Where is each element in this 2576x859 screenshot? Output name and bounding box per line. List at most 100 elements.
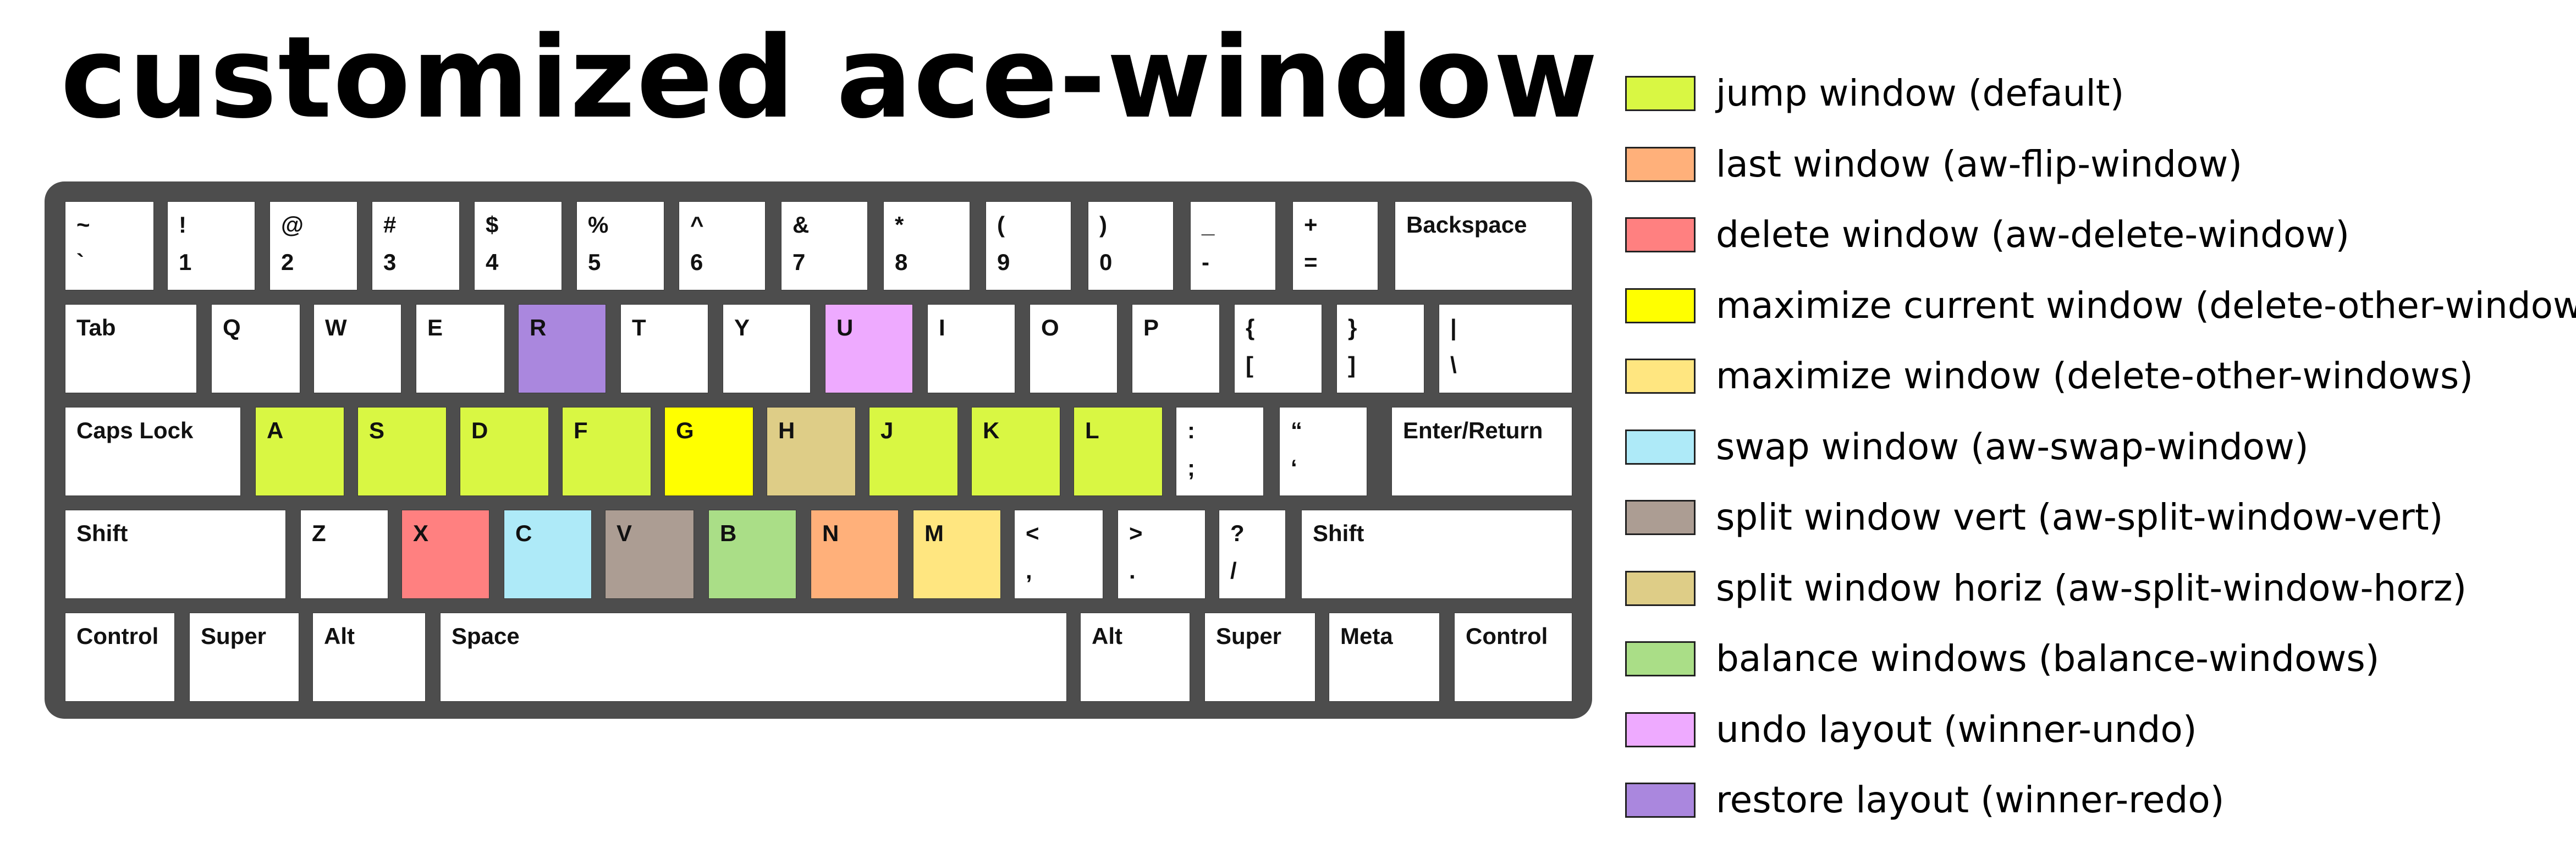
key-less-than: <, — [1014, 510, 1103, 599]
key-label: N — [822, 520, 839, 546]
legend-item: restore layout (winner-redo) — [1625, 778, 2571, 822]
key-caps-lock: Caps Lock — [65, 407, 241, 496]
key-label: Alt — [1092, 623, 1122, 649]
key-y: Y — [723, 304, 811, 393]
key-label: D — [471, 417, 488, 443]
legend-item: delete window (aw-delete-window) — [1625, 213, 2571, 257]
key-shift: Shift — [65, 510, 286, 599]
key-label: & — [792, 212, 810, 238]
key-label: Alt — [324, 623, 355, 649]
key-z: Z — [300, 510, 388, 599]
key-label: Control — [1466, 623, 1548, 649]
legend-swatch — [1625, 146, 1696, 182]
key-label: # — [383, 212, 397, 238]
legend-item: last window (aw-flip-window) — [1625, 142, 2571, 186]
key-label: > — [1129, 520, 1143, 546]
key-backspace: Backspace — [1395, 201, 1572, 290]
key-label: M — [924, 520, 944, 546]
legend-label: last window (aw-flip-window) — [1716, 142, 2243, 185]
key-sublabel: 3 — [383, 249, 397, 275]
key-label: K — [983, 417, 1000, 443]
key-sublabel: 5 — [588, 249, 601, 275]
legend-item: balance windows (balance-windows) — [1625, 637, 2571, 681]
key-label: ! — [179, 212, 186, 238]
key-f: F — [562, 407, 651, 496]
key-label: Enter/Return — [1403, 417, 1543, 443]
key-label: L — [1085, 417, 1099, 443]
legend-swatch — [1625, 429, 1696, 465]
legend-label: maximize current window (delete-other-wi… — [1716, 284, 2576, 327]
key-label: “ — [1291, 417, 1302, 443]
legend-label: split window horiz (aw-split-window-horz… — [1716, 566, 2467, 609]
key-sublabel: ‘ — [1291, 455, 1297, 481]
key-alt-right: Alt — [1080, 613, 1190, 702]
key-label: $ — [486, 212, 499, 238]
key-label: } — [1348, 315, 1357, 340]
legend-swatch — [1625, 712, 1696, 747]
key-label: U — [836, 315, 854, 340]
key-j: J — [869, 407, 958, 496]
key-sublabel: . — [1129, 558, 1136, 583]
key-sublabel: 9 — [997, 249, 1010, 275]
key-label: Y — [734, 315, 750, 340]
key-exclamation: ! 1 — [167, 201, 255, 290]
legend-label: jump window (default) — [1716, 72, 2124, 114]
key-label: + — [1304, 212, 1318, 238]
legend-item: maximize current window (delete-other-wi… — [1625, 284, 2576, 328]
key-super: Super — [189, 613, 299, 702]
legend-item: split window horiz (aw-split-window-horz… — [1625, 566, 2571, 610]
key-underscore: _ - — [1190, 201, 1276, 290]
key-g: G — [664, 407, 753, 496]
key-quote: “‘ — [1279, 407, 1367, 496]
key-label: : — [1187, 417, 1195, 443]
key-label: O — [1041, 315, 1059, 340]
key-hash: #3 — [372, 201, 460, 290]
key-sublabel: \ — [1450, 352, 1457, 378]
key-greater-than: >. — [1118, 510, 1206, 599]
key-label: W — [325, 315, 347, 340]
key-label: H — [778, 417, 795, 443]
key-alt: Alt — [312, 613, 426, 702]
key-e: E — [416, 304, 505, 393]
key-sublabel: , — [1026, 558, 1032, 583]
key-n: N — [811, 510, 899, 599]
legend-label: maximize window (delete-other-windows) — [1716, 355, 2474, 397]
key-label: X — [413, 520, 429, 546]
key-label: Z — [312, 520, 326, 546]
key-p: P — [1132, 304, 1220, 393]
key-c: C — [504, 510, 592, 599]
key-sublabel: 1 — [179, 249, 192, 275]
key-control: Control — [65, 613, 175, 702]
key-o: O — [1030, 304, 1118, 393]
key-sublabel: [ — [1246, 352, 1253, 378]
legend-swatch — [1625, 217, 1696, 252]
keyboard: ~ `! 1 @2 #3 $4% 5 ^ 6 & 7 * 8(9) 0 _ - + = Backspace Tab Q W… — [45, 181, 1592, 719]
key-label: C — [515, 520, 532, 546]
page-title: customized ace-window — [60, 13, 1599, 144]
key-label: Caps Lock — [76, 417, 194, 443]
key-sublabel: 6 — [690, 249, 703, 275]
legend-label: balance windows (balance-windows) — [1716, 637, 2380, 680]
key-at: @2 — [269, 201, 357, 290]
key-enter-return: Enter/Return — [1391, 407, 1572, 496]
key-label: @ — [281, 212, 304, 238]
key-meta-right: Meta — [1329, 613, 1440, 702]
key-l: L — [1074, 407, 1163, 496]
key-sublabel: ] — [1348, 352, 1356, 378]
key-sublabel: 4 — [486, 249, 499, 275]
key-t: T — [620, 304, 708, 393]
key-sublabel: 2 — [281, 249, 294, 275]
key-r: R — [518, 304, 606, 393]
key-sublabel: ; — [1187, 455, 1195, 481]
key-tilde: ~ ` — [65, 201, 154, 290]
legend-swatch — [1625, 783, 1696, 818]
key-question: ? / — [1219, 510, 1286, 599]
key-label: A — [267, 417, 284, 443]
legend-label: swap window (aw-swap-window) — [1716, 425, 2309, 468]
key-rbrace: }] — [1336, 304, 1424, 393]
key-label: Tab — [76, 315, 116, 340]
key-label: _ — [1202, 212, 1215, 238]
key-label: Super — [1216, 623, 1282, 649]
key-label: Control — [76, 623, 159, 649]
key-v: V — [605, 510, 694, 599]
